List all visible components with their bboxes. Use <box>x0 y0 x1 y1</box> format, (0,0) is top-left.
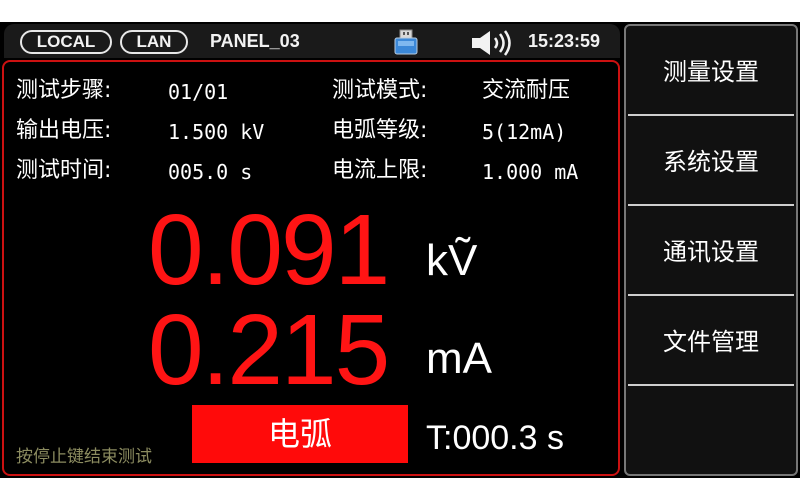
usb-drive-icon <box>394 29 418 55</box>
lan-indicator[interactable]: LAN <box>120 30 188 54</box>
mode-value: 交流耐压 <box>482 78 571 103</box>
panel-name: PANEL_03 <box>210 31 300 51</box>
test-time-label: 测试时间: <box>16 158 112 183</box>
menu-empty-slot <box>628 388 794 476</box>
elapsed-timer: T:000.3 s <box>426 419 564 457</box>
menu-measurement-settings[interactable]: 测量设置 <box>628 28 794 116</box>
speaker-on-icon <box>472 30 511 56</box>
voltage-setting: 1.500 kV <box>168 120 265 144</box>
menu-communication-settings[interactable]: 通讯设置 <box>628 208 794 296</box>
arc-status-badge: 电弧 <box>192 405 408 463</box>
step-label: 测试步骤: <box>16 78 112 103</box>
menu-system-settings[interactable]: 系统设置 <box>628 118 794 206</box>
status-bar: LOCAL LAN PANEL_03 15:23:59 <box>4 24 620 58</box>
arc-level-value: 5(12mA) <box>482 120 567 144</box>
current-reading: 0.215 <box>148 294 390 406</box>
menu-file-management[interactable]: 文件管理 <box>628 298 794 386</box>
mode-label: 测试模式: <box>332 78 428 103</box>
side-menu: 测量设置 系统设置 通讯设置 文件管理 <box>624 24 798 476</box>
clock: 15:23:59 <box>528 31 601 51</box>
arc-level-label: 电弧等级: <box>332 118 428 143</box>
test-time-value: 005.0 s <box>168 160 253 184</box>
local-mode-indicator[interactable]: LOCAL <box>20 30 112 54</box>
voltage-label: 输出电压: <box>16 118 112 143</box>
step-value: 01/01 <box>168 80 229 104</box>
stop-hint: 按停止键结束测试 <box>16 447 152 467</box>
current-unit: mA <box>426 334 492 383</box>
voltage-unit: kṼ <box>426 236 478 285</box>
current-limit-label: 电流上限: <box>332 158 428 183</box>
current-limit-value: 1.000 mA <box>482 160 579 184</box>
voltage-reading: 0.091 <box>148 194 390 306</box>
